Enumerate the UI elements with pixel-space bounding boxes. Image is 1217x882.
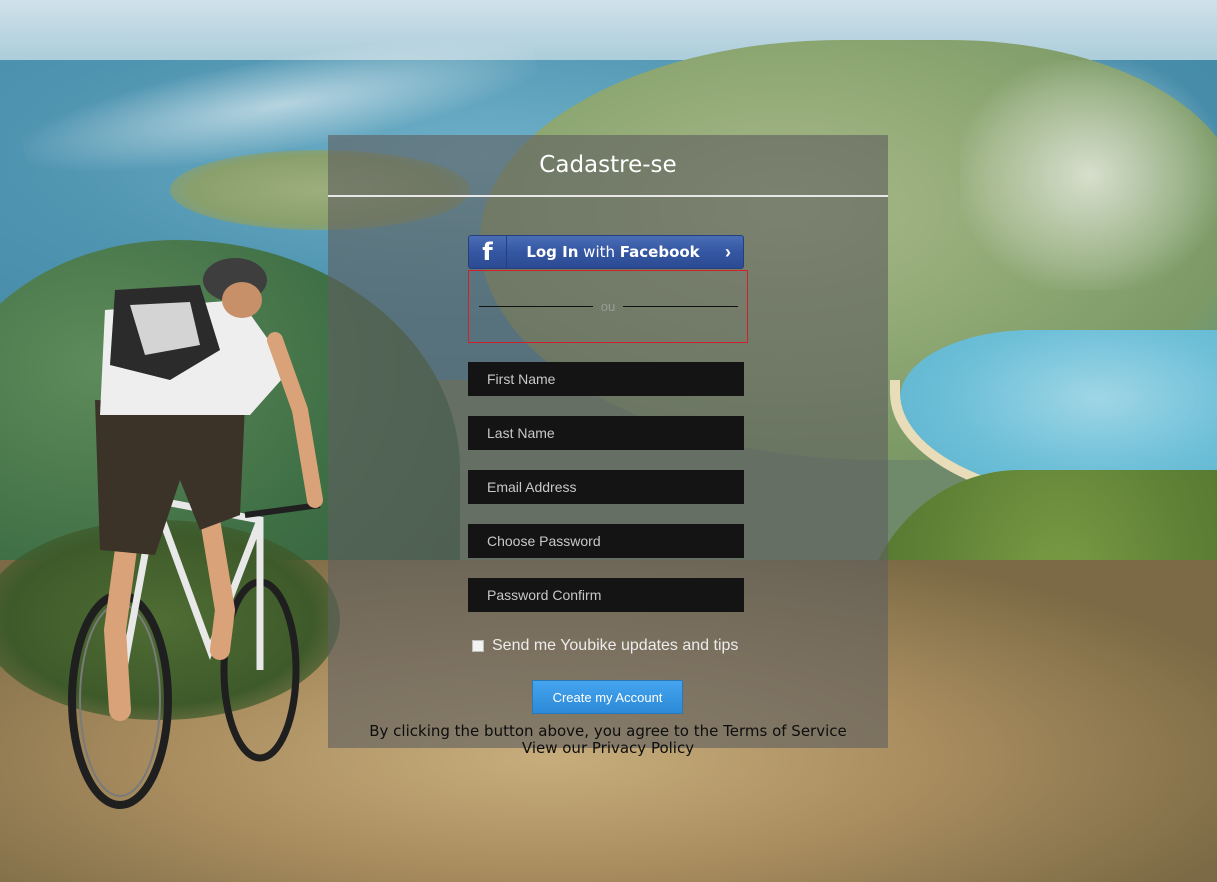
facebook-label-facebook: Facebook (619, 243, 700, 261)
privacy-policy-link[interactable]: View our Privacy Policy (328, 740, 888, 757)
cyclist-image (68, 258, 323, 809)
first-name-field[interactable] (468, 362, 744, 396)
terms-text[interactable]: By clicking the button above, you agree … (328, 723, 888, 740)
divider-line-right (623, 306, 738, 307)
last-name-field[interactable] (468, 416, 744, 450)
clouds-right (960, 60, 1217, 290)
page-title: Cadastre-se (539, 152, 677, 178)
panel-header: Cadastre-se (328, 135, 888, 197)
chevron-right-icon: › (725, 241, 731, 262)
terms-notice: By clicking the button above, you agree … (328, 723, 888, 757)
updates-checkbox[interactable] (472, 640, 484, 652)
divider-text: ou (600, 299, 616, 314)
divider-line-left (479, 306, 593, 307)
facebook-icon: f (469, 236, 507, 268)
facebook-icon-glyph: f (482, 238, 493, 266)
password-field[interactable] (468, 524, 744, 558)
facebook-login-label: Log In with Facebook (507, 243, 713, 261)
password-confirm-field[interactable] (468, 578, 744, 612)
or-divider: ou (468, 270, 748, 343)
updates-option[interactable]: Send me Youbike updates and tips (472, 635, 738, 657)
facebook-login-button[interactable]: f Log In with Facebook › (468, 235, 744, 269)
email-field[interactable] (468, 470, 744, 504)
create-account-button[interactable]: Create my Account (532, 680, 683, 714)
facebook-label-login: Log In (526, 243, 579, 261)
facebook-label-with: with (578, 243, 620, 261)
signup-panel: Cadastre-se f Log In with Facebook › ou … (328, 135, 888, 748)
updates-label: Send me Youbike updates and tips (492, 637, 739, 654)
